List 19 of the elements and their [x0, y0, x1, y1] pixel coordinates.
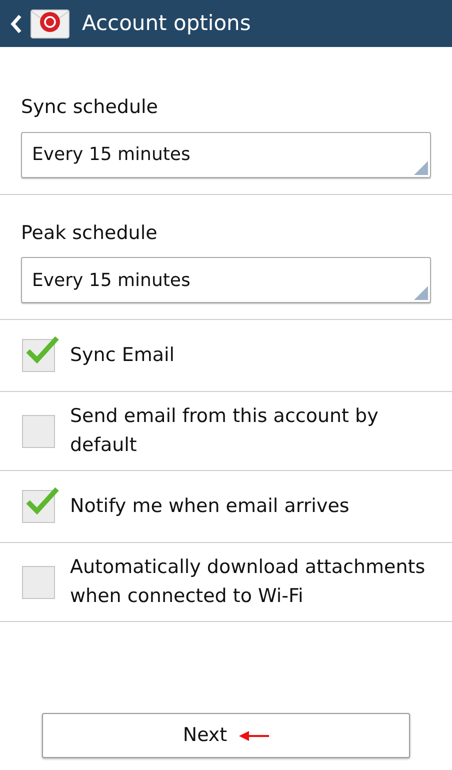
arrow-icon [239, 730, 270, 740]
option-label: Notify me when email arrives [70, 494, 350, 519]
checkbox[interactable] [22, 414, 55, 448]
checkmark-icon [24, 334, 60, 366]
option-label: Sync Email [70, 343, 175, 368]
checkbox[interactable] [22, 566, 55, 598]
screen-title: Account options [82, 10, 251, 37]
option-label: Automatically download attachments when connected to Wi-Fi [70, 555, 426, 609]
schedule-dropdown[interactable]: Every 15 minutes [21, 257, 431, 303]
envelope-icon [30, 6, 70, 40]
schedule-label: Peak schedule [21, 220, 158, 246]
schedule-dropdown[interactable]: Every 15 minutes [21, 132, 431, 178]
back-icon[interactable] [10, 14, 22, 34]
schedule-label: Sync schedule [21, 95, 159, 120]
dropdown-corner-icon [414, 160, 428, 174]
dropdown-corner-icon [414, 286, 428, 300]
option-label: Send email from this account by default [70, 404, 380, 458]
next-button[interactable]: Next [42, 713, 410, 758]
checkmark-icon [24, 485, 60, 517]
